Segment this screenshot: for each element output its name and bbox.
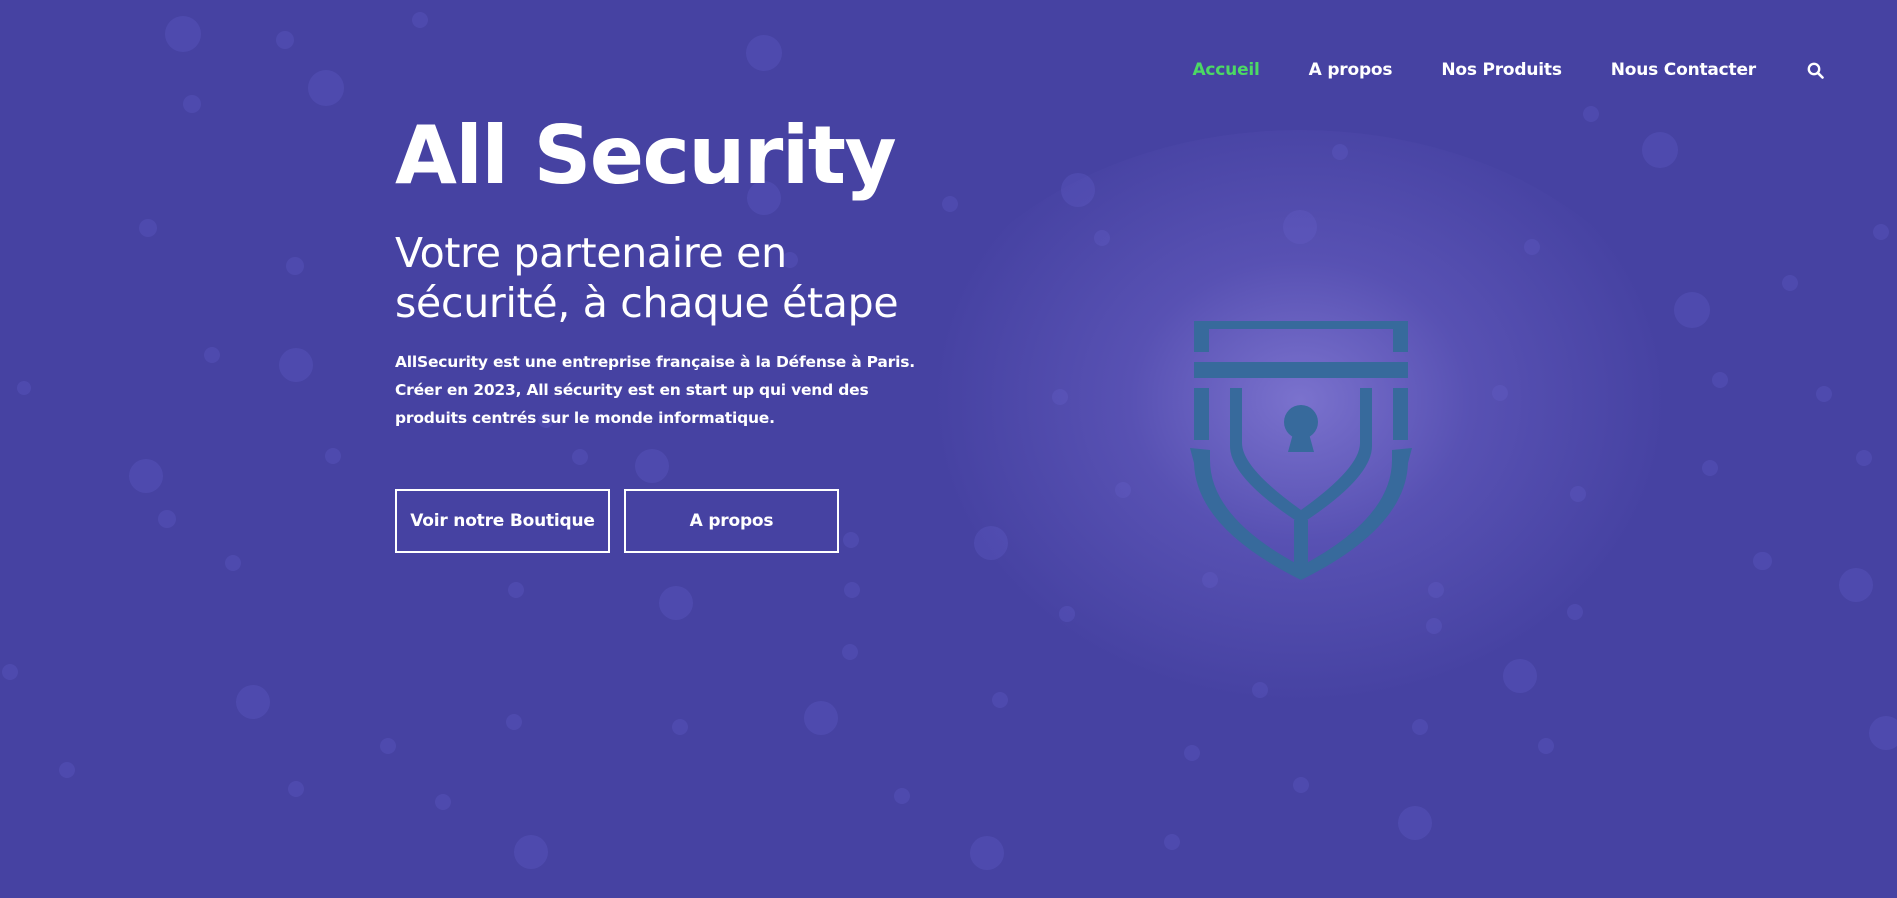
hero-section: All Security Votre partenaire en sécurit…	[395, 108, 955, 553]
nav-item-a-propos[interactable]: A propos	[1309, 58, 1393, 82]
search-icon[interactable]	[1805, 60, 1825, 80]
about-button[interactable]: A propos	[624, 489, 839, 553]
hero-description: AllSecurity est une entreprise française…	[395, 353, 915, 427]
nav-item-nous-contacter[interactable]: Nous Contacter	[1611, 58, 1756, 82]
hero-title: All Security	[395, 109, 897, 202]
hero-buttons: Voir notre Boutique A propos	[395, 489, 955, 553]
main-navigation: Accueil A propos Nos Produits Nous Conta…	[1192, 58, 1825, 82]
shield-lock-icon	[1190, 321, 1412, 580]
nav-item-nos-produits[interactable]: Nos Produits	[1441, 58, 1562, 82]
shop-button[interactable]: Voir notre Boutique	[395, 489, 610, 553]
nav-item-accueil[interactable]: Accueil	[1192, 58, 1259, 82]
hero-subtitle: Votre partenaire en sécurité, à chaque é…	[395, 229, 899, 327]
